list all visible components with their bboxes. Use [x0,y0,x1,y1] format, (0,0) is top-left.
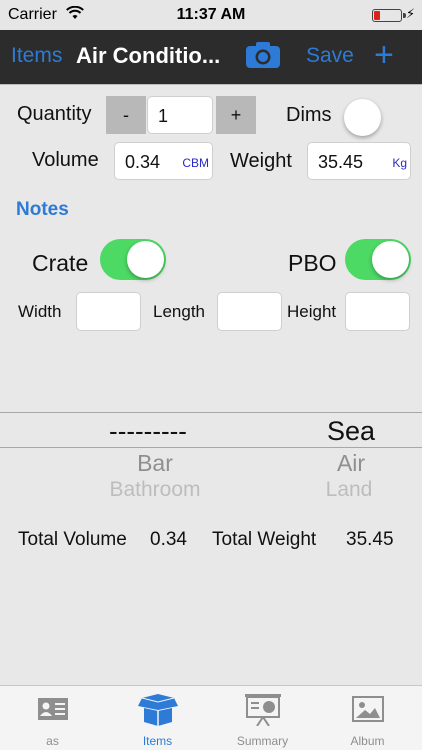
picker-category-selected[interactable]: --------- [68,416,228,447]
height-field[interactable] [345,292,410,331]
add-item-button[interactable]: + [374,36,394,75]
picker-divider-top [0,412,422,413]
dims-label: Dims [286,104,332,126]
volume-unit: CBM [182,156,209,170]
quantity-label: Quantity [17,103,92,125]
crate-toggle[interactable] [100,239,166,280]
picker-mode-option[interactable]: Air [301,450,401,477]
contact-card-icon [37,694,69,724]
quantity-value: 1 [158,106,169,126]
navigation-bar: Items Air Conditio... Save + [0,30,422,85]
tab-summary-label: Summary [236,734,289,748]
quantity-decrement-button[interactable]: - [106,96,146,134]
volume-label: Volume [32,149,99,171]
quantity-increment-button[interactable]: + [216,96,256,134]
open-box-icon [138,694,178,726]
save-button[interactable]: Save [306,44,354,68]
tab-as[interactable]: as [0,686,105,750]
charging-bolt-icon: ⚡ [406,6,416,21]
page-title: Air Conditio... [76,43,221,68]
presentation-board-icon [245,694,281,727]
picker-category-option[interactable]: Bathroom [75,478,235,500]
volume-field[interactable]: 0.34 CBM [114,142,213,180]
battery-icon [372,9,406,22]
tab-items-label: Items [142,734,173,748]
clock: 11:37 AM [176,6,246,23]
tab-summary[interactable]: Summary [210,686,315,750]
notes-link[interactable]: Notes [16,199,69,221]
crate-label: Crate [32,250,89,276]
tab-bar: as Items Summary Album [0,685,422,750]
height-label: Height [287,302,337,321]
picker-mode-option[interactable]: Land [299,478,399,500]
back-to-items-button[interactable]: Items [11,44,62,68]
dims-toggle[interactable] [344,97,384,138]
weight-field[interactable]: 35.45 Kg [307,142,411,180]
total-weight-label: Total Weight [212,529,317,550]
camera-icon[interactable] [245,41,281,74]
weight-value: 35.45 [318,152,364,172]
width-field[interactable] [76,292,141,331]
tab-album[interactable]: Album [315,686,420,750]
tab-as-label: as [46,734,59,748]
tab-items[interactable]: Items [105,686,210,750]
picker-divider-bottom [0,447,422,448]
pbo-label: PBO [288,250,337,276]
picker-mode-selected[interactable]: Sea [301,416,401,447]
width-label: Width [18,302,62,321]
weight-unit: Kg [392,156,407,170]
length-field[interactable] [217,292,282,331]
photo-icon [352,694,384,724]
length-label: Length [153,302,205,321]
tab-album-label: Album [350,734,385,748]
total-volume-value: 0.34 [150,529,187,550]
picker-category-option[interactable]: Bar [75,450,235,477]
weight-label: Weight [230,150,292,172]
volume-value: 0.34 [125,152,161,172]
status-bar: Carrier 11:37 AM ⚡ [0,0,422,30]
quantity-field[interactable]: 1 [147,96,213,134]
total-volume-label: Total Volume [18,529,127,550]
pbo-toggle[interactable] [345,239,411,280]
total-weight-value: 35.45 [346,529,394,550]
